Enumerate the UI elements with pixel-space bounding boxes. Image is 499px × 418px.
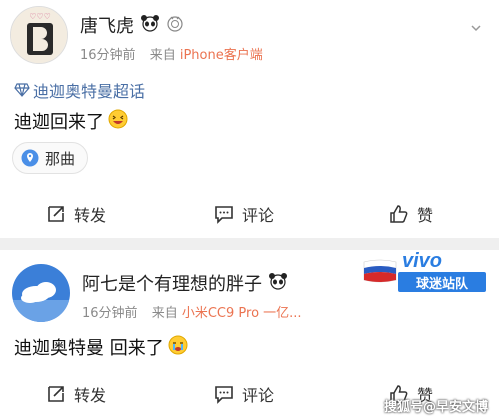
repost-button[interactable]: 转发 [46, 202, 106, 226]
location-label[interactable]: 那曲 [45, 148, 75, 169]
post-text: 迪迦回来了 [14, 108, 128, 134]
user-name[interactable]: 唐飞虎 [80, 12, 184, 38]
location-tag[interactable]: 那曲 [12, 142, 89, 174]
super-topic-label[interactable]: 迪迦奥特曼超话 [33, 78, 145, 102]
source-device[interactable]: iPhone客户端 [180, 48, 263, 63]
source-prefix: 来自 [149, 48, 176, 63]
thumbs-up-icon [390, 205, 408, 223]
post-time: 16分钟前 [82, 306, 138, 321]
panda-icon [268, 272, 288, 295]
comment-button[interactable]: 评论 [214, 382, 274, 406]
fan-team-badge[interactable]: 球迷站队 [398, 272, 486, 292]
russia-flag-icon [362, 258, 398, 284]
source-device[interactable]: 小米CC9 Pro 一亿... [182, 306, 302, 321]
post-time: 16分钟前 [80, 48, 136, 63]
user-name[interactable]: 阿七是个有理想的胖子 [82, 270, 288, 296]
comment-label[interactable]: 评论 [242, 202, 274, 226]
user-name-text[interactable]: 阿七是个有理想的胖子 [82, 270, 262, 296]
repost-button[interactable]: 转发 [46, 382, 106, 406]
svg-text:♡♡♡: ♡♡♡ [29, 12, 51, 21]
weibo-post: ♡♡♡ 唐飞虎 16分钟前 来自 iPhone客户端 迪迦奥特曼超话 迪迦回来了… [0, 0, 499, 238]
repost-label[interactable]: 转发 [74, 202, 106, 226]
user-name-text[interactable]: 唐飞虎 [80, 12, 134, 38]
source-prefix: 来自 [151, 306, 178, 321]
comment-icon [215, 206, 233, 224]
crying-emoji-icon [168, 335, 188, 360]
post-divider [0, 238, 499, 250]
action-bar: 转发 评论 赞 [0, 198, 499, 228]
panda-icon [140, 14, 160, 37]
level-badge-icon [166, 14, 184, 37]
comment-label[interactable]: 评论 [242, 382, 274, 406]
post-text-content: 迪迦回来了 [14, 112, 104, 133]
post-text-content: 迪迦奥特曼 回来了 [14, 338, 164, 359]
chevron-down-icon[interactable] [470, 22, 482, 34]
repost-icon [48, 386, 64, 402]
post-text: 迪迦奥特曼 回来了 [14, 334, 188, 360]
super-topic-link[interactable]: 迪迦奥特曼超话 [14, 78, 145, 102]
location-pin-icon [21, 149, 39, 167]
like-button[interactable]: 赞 [389, 202, 433, 226]
diamond-icon [14, 83, 30, 97]
repost-label[interactable]: 转发 [74, 382, 106, 406]
comment-icon [215, 386, 233, 404]
post-meta: 16分钟前 来自 小米CC9 Pro 一亿... [82, 302, 302, 321]
laughing-emoji-icon [108, 109, 128, 134]
comment-button[interactable]: 评论 [214, 202, 274, 226]
watermark-text: 搜狐号@早安文博 [384, 400, 489, 415]
like-label[interactable]: 赞 [417, 202, 433, 226]
repost-icon [48, 206, 64, 222]
vivo-brand-logo: vivo [402, 250, 443, 272]
user-avatar[interactable]: ♡♡♡ [10, 6, 68, 64]
post-meta: 16分钟前 来自 iPhone客户端 [80, 44, 263, 63]
user-avatar[interactable] [12, 264, 70, 322]
